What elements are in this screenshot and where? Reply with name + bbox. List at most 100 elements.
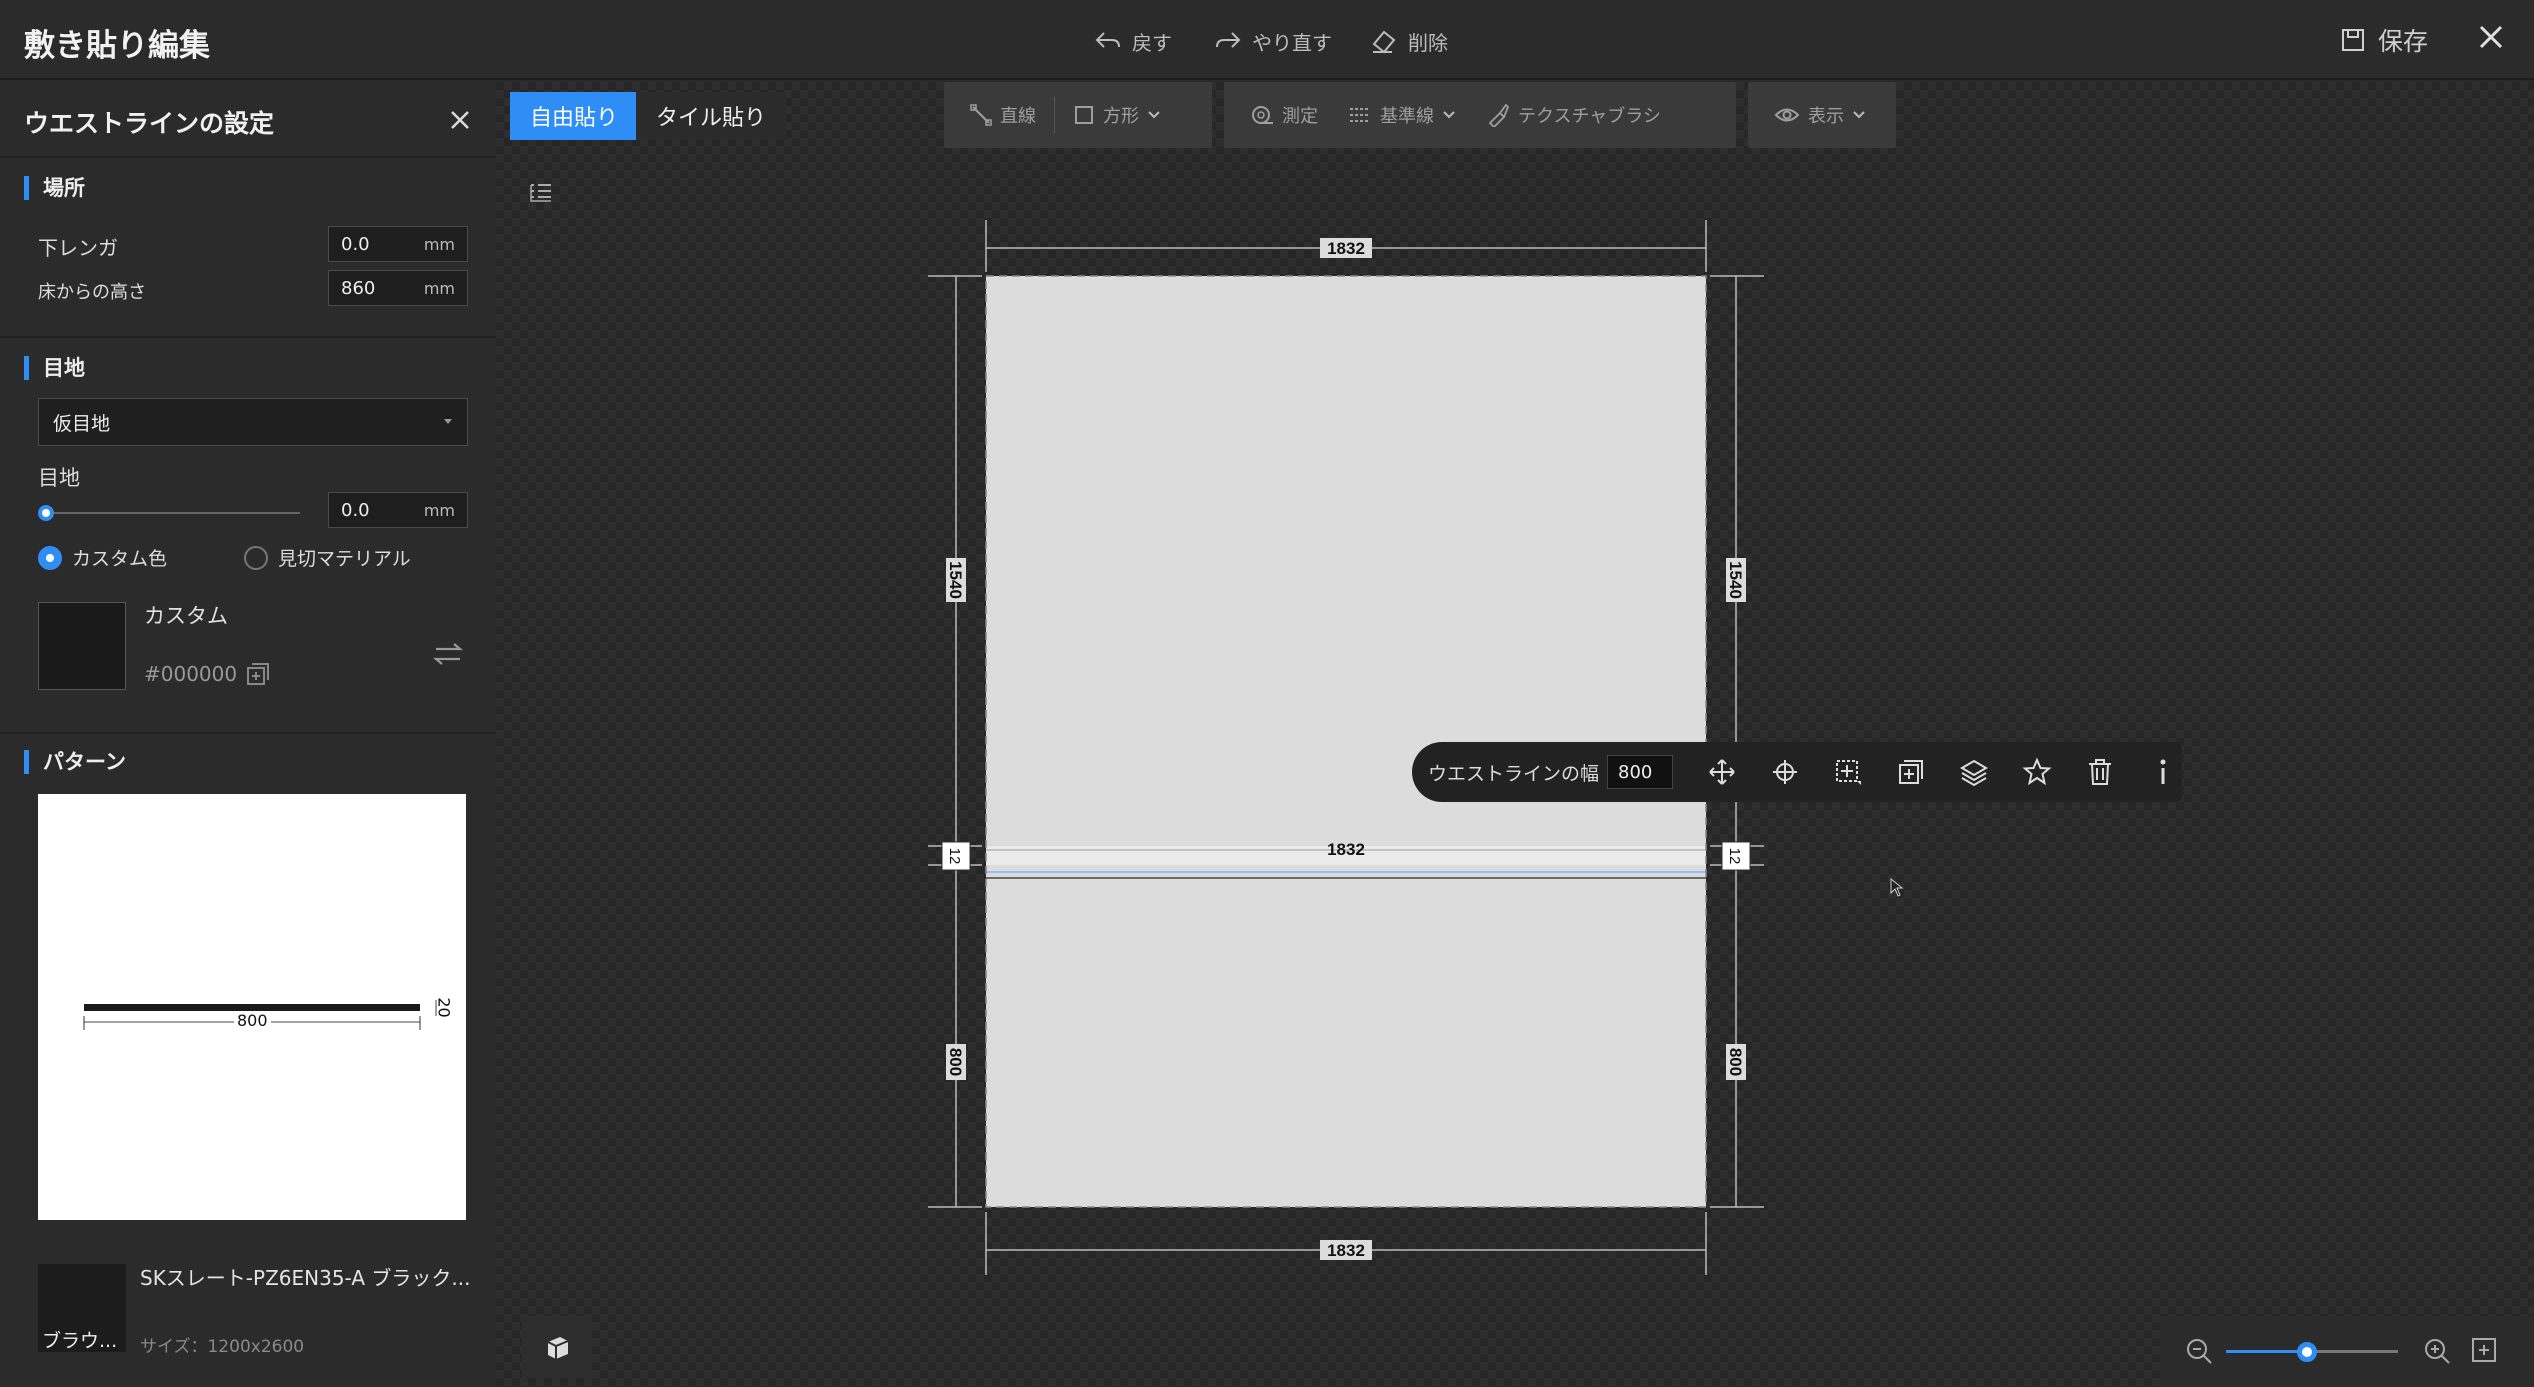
- line-tool[interactable]: 直線: [958, 95, 1048, 135]
- joint-type-select[interactable]: 仮目地: [38, 398, 468, 446]
- radio-custom-color[interactable]: カスタム色: [38, 544, 167, 571]
- line-label: 直線: [1000, 106, 1036, 127]
- slider-knob[interactable]: [38, 505, 54, 521]
- joint-width-field[interactable]: 0.0 mm: [328, 492, 468, 528]
- eraser-icon: [1372, 30, 1396, 54]
- undo-label: 戻す: [1132, 30, 1172, 55]
- floor-height-label: 床からの高さ: [38, 282, 146, 303]
- pattern-heading: パターン: [24, 750, 126, 774]
- redo-button[interactable]: やり直す: [1214, 24, 1332, 58]
- upper-height-left-label: 1540: [946, 561, 965, 599]
- rect-icon: [1075, 106, 1093, 124]
- delete-label: 削除: [1408, 30, 1448, 55]
- baseline-icon: [1350, 108, 1370, 122]
- measure-tool[interactable]: 測定: [1238, 95, 1330, 135]
- chevron-down-icon: [1443, 111, 1455, 119]
- close-icon[interactable]: [2474, 20, 2508, 54]
- base-brick-unit: mm: [423, 234, 455, 254]
- zoom-slider-knob[interactable]: [2296, 1342, 2317, 1362]
- material-thumb-label: ブラウ...: [42, 1330, 118, 1352]
- pattern-drawing: [83, 1000, 437, 1030]
- move-icon[interactable]: [1707, 757, 1737, 787]
- 3d-view-button[interactable]: [522, 1316, 592, 1378]
- joint-width-unit: mm: [423, 500, 455, 520]
- floor-height-value: 860: [341, 277, 376, 299]
- eye-icon: [1774, 108, 1800, 122]
- upper-height-left: 1540: [946, 558, 966, 602]
- align-center-icon[interactable]: [1770, 757, 1800, 787]
- trash-icon[interactable]: [2085, 757, 2115, 787]
- fit-screen-icon[interactable]: [2470, 1336, 2498, 1364]
- display-tool[interactable]: 表示: [1762, 95, 1878, 135]
- joint-width-label: 目地: [38, 466, 80, 490]
- save-button[interactable]: 保存: [2340, 22, 2428, 58]
- display-label: 表示: [1808, 106, 1844, 127]
- draw-toolgroup: 直線 方形: [944, 82, 1212, 148]
- slider-track: [44, 512, 300, 514]
- waistline-toolbar: ウエストラインの幅 800: [1412, 742, 2182, 802]
- panel-title: ウエストラインの設定: [24, 109, 275, 138]
- tab-free-layout[interactable]: 自由貼り: [510, 92, 639, 140]
- zoom-out-icon[interactable]: [2184, 1336, 2214, 1366]
- waistline-width-label: ウエストラインの幅: [1428, 762, 1600, 785]
- cube-icon: [547, 1337, 569, 1359]
- lower-wall-panel[interactable]: [986, 865, 1706, 1207]
- color-swatch[interactable]: [38, 602, 126, 690]
- joint-right: 12: [1721, 841, 1751, 871]
- radio-trim-material-label: 見切マテリアル: [278, 548, 411, 570]
- copy-icon[interactable]: [1896, 757, 1926, 787]
- joint-left-label: 12: [946, 848, 963, 865]
- undo-button[interactable]: 戻す: [1094, 24, 1172, 58]
- tab-tile-layout[interactable]: タイル貼り: [636, 92, 787, 140]
- floor-height-field[interactable]: 860 mm: [328, 270, 468, 306]
- save-icon: [2342, 29, 2364, 51]
- joint-left: 12: [941, 841, 971, 871]
- location-heading: 場所: [24, 176, 85, 200]
- waistline-width-value: 800: [1618, 761, 1653, 783]
- base-brick-value: 0.0: [341, 233, 370, 255]
- rect-label: 方形: [1103, 106, 1139, 127]
- upper-height-right-label: 1540: [1726, 561, 1745, 599]
- waistline-width-input[interactable]: 800: [1607, 755, 1674, 789]
- joint-width-slider[interactable]: [38, 498, 304, 528]
- delete-button[interactable]: 削除: [1370, 24, 1448, 58]
- list-icon[interactable]: [528, 180, 554, 206]
- app-title: 敷き貼り編集: [24, 28, 210, 64]
- lower-height-right-label: 800: [1726, 1048, 1745, 1076]
- lower-height-right: 800: [1726, 1044, 1746, 1080]
- separator: [1054, 97, 1055, 133]
- joint-right-label: 12: [1726, 848, 1743, 865]
- joint-width-value: 0.0: [341, 499, 370, 521]
- divider: [0, 732, 496, 734]
- base-brick-label: 下レンガ: [38, 236, 118, 260]
- texture-brush-tool[interactable]: テクスチャブラシ: [1474, 95, 1673, 135]
- texture-brush-label: テクスチャブラシ: [1518, 106, 1661, 127]
- divider: [0, 336, 496, 338]
- baseline-tool[interactable]: 基準線: [1336, 95, 1468, 135]
- zoom-in-icon[interactable]: [2422, 1336, 2452, 1366]
- color-picker-icon[interactable]: [246, 662, 270, 686]
- color-hex: #000000: [144, 662, 238, 686]
- panel-close-icon[interactable]: [446, 106, 474, 134]
- select-move-icon[interactable]: [1833, 757, 1863, 787]
- zoom-slider-fill: [2226, 1350, 2307, 1353]
- settings-panel: ウエストラインの設定 場所 下レンガ 0.0 mm 床からの高さ 860 mm …: [0, 82, 496, 1387]
- rect-tool[interactable]: 方形: [1061, 95, 1173, 135]
- base-brick-field[interactable]: 0.0 mm: [328, 226, 468, 262]
- mouse-cursor-icon: [1890, 878, 1904, 897]
- zoom-controls: [2160, 1316, 2534, 1387]
- radio-trim-material[interactable]: 見切マテリアル: [244, 544, 411, 571]
- caret-down-icon: [444, 419, 452, 424]
- redo-label: やり直す: [1252, 30, 1332, 55]
- chevron-down-icon: [1853, 111, 1865, 119]
- pattern-length-label: 800: [234, 1011, 271, 1030]
- undo-icon: [1095, 32, 1120, 48]
- star-icon[interactable]: [2022, 757, 2052, 787]
- swap-icon[interactable]: [432, 638, 464, 670]
- info-icon[interactable]: [2148, 757, 2178, 787]
- panel-header: ウエストラインの設定: [0, 82, 496, 158]
- tape-measure-icon: [1252, 106, 1273, 124]
- pattern-thickness-label: 20: [434, 997, 454, 1018]
- layers-icon[interactable]: [1959, 757, 1989, 787]
- measure-toolgroup: 測定 基準線 テクスチャブラシ: [1224, 82, 1736, 148]
